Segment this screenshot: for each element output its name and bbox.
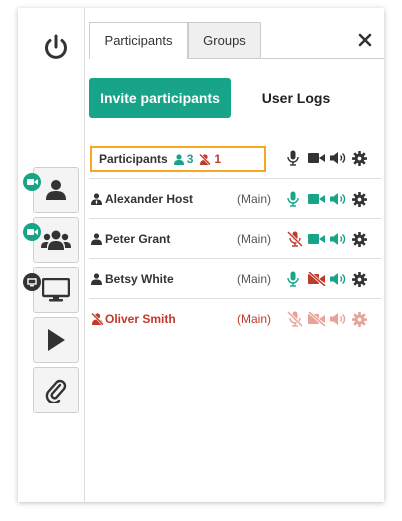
play-icon: [48, 329, 65, 351]
video-camera-off-icon[interactable]: [308, 312, 326, 326]
sidebar-attachment-button[interactable]: [33, 367, 79, 413]
participant-room: (Main): [237, 272, 272, 286]
main-area: Participants Groups Invite participants …: [85, 8, 384, 502]
gear-icon[interactable]: [352, 191, 367, 207]
user-icon: [46, 180, 66, 200]
microphone-muted-icon[interactable]: [287, 231, 303, 247]
participant-row[interactable]: Oliver Smith (Main): [89, 298, 381, 339]
participant-name: Betsy White: [105, 272, 174, 286]
online-count-badge: 3: [173, 152, 194, 166]
participant-name: Alexander Host: [105, 192, 194, 206]
sidebar: [18, 8, 85, 502]
offline-count-badge: 1: [199, 152, 221, 166]
active-tab-gap: [90, 58, 187, 59]
tab-label: Groups: [203, 33, 246, 48]
user-logs-button[interactable]: User Logs: [255, 78, 337, 118]
tab-participants[interactable]: Participants: [89, 22, 188, 58]
participant-controls: [287, 271, 367, 287]
participant-name: Peter Grant: [105, 232, 171, 246]
participant-controls: [287, 311, 367, 327]
participant-name: Oliver Smith: [105, 312, 176, 326]
microphone-muted-icon[interactable]: [287, 311, 303, 327]
online-count: 3: [186, 152, 194, 166]
participant-controls: [287, 191, 367, 207]
users-icon: [41, 230, 71, 250]
video-camera-icon[interactable]: [308, 192, 326, 206]
participant-row[interactable]: Betsy White (Main): [89, 258, 381, 299]
sidebar-users-button[interactable]: [33, 217, 79, 263]
video-camera-icon[interactable]: [308, 232, 326, 246]
gear-icon[interactable]: [352, 271, 367, 287]
sidebar-screen-share-button[interactable]: [33, 267, 79, 313]
tab-label: Participants: [104, 33, 173, 48]
paperclip-icon: [45, 379, 67, 403]
participant-room: (Main): [237, 312, 272, 326]
participant-row[interactable]: Peter Grant (Main): [89, 218, 381, 259]
participant-row[interactable]: Alexander Host (Main): [89, 178, 381, 219]
tab-groups[interactable]: Groups: [188, 22, 261, 58]
user-icon: [173, 153, 184, 165]
video-camera-icon: [23, 223, 41, 241]
speaker-icon[interactable]: [330, 232, 348, 246]
video-camera-icon: [23, 173, 41, 191]
screen-share-icon: [23, 273, 41, 291]
microphone-icon[interactable]: [287, 191, 299, 207]
microphone-icon[interactable]: [287, 150, 299, 166]
sidebar-play-button[interactable]: [33, 317, 79, 363]
user-slash-icon: [91, 313, 104, 325]
participant-room: (Main): [237, 232, 272, 246]
user-icon: [91, 233, 102, 245]
header-controls: [287, 150, 367, 166]
gear-icon[interactable]: [352, 150, 367, 166]
participants-header: Participants 3 1: [90, 146, 266, 172]
invite-participants-button[interactable]: Invite participants: [89, 78, 231, 118]
sidebar-user-button[interactable]: [33, 167, 79, 213]
gear-icon[interactable]: [352, 311, 367, 327]
user-icon: [91, 273, 102, 285]
close-icon[interactable]: [357, 32, 373, 48]
gear-icon[interactable]: [352, 231, 367, 247]
microphone-icon[interactable]: [287, 271, 299, 287]
power-icon[interactable]: [42, 33, 70, 61]
speaker-icon[interactable]: [330, 272, 348, 286]
speaker-icon[interactable]: [330, 151, 348, 165]
video-camera-off-icon[interactable]: [308, 272, 326, 286]
video-camera-icon[interactable]: [308, 151, 326, 165]
speaker-icon[interactable]: [330, 312, 348, 326]
participant-room: (Main): [237, 192, 272, 206]
participants-panel: Participants Groups Invite participants …: [18, 8, 384, 502]
participants-header-title: Participants: [99, 152, 168, 166]
host-user-icon: [91, 193, 102, 205]
offline-count: 1: [214, 152, 222, 166]
speaker-icon[interactable]: [330, 192, 348, 206]
participant-controls: [287, 231, 367, 247]
user-slash-icon: [199, 153, 212, 165]
monitor-icon: [42, 278, 70, 302]
